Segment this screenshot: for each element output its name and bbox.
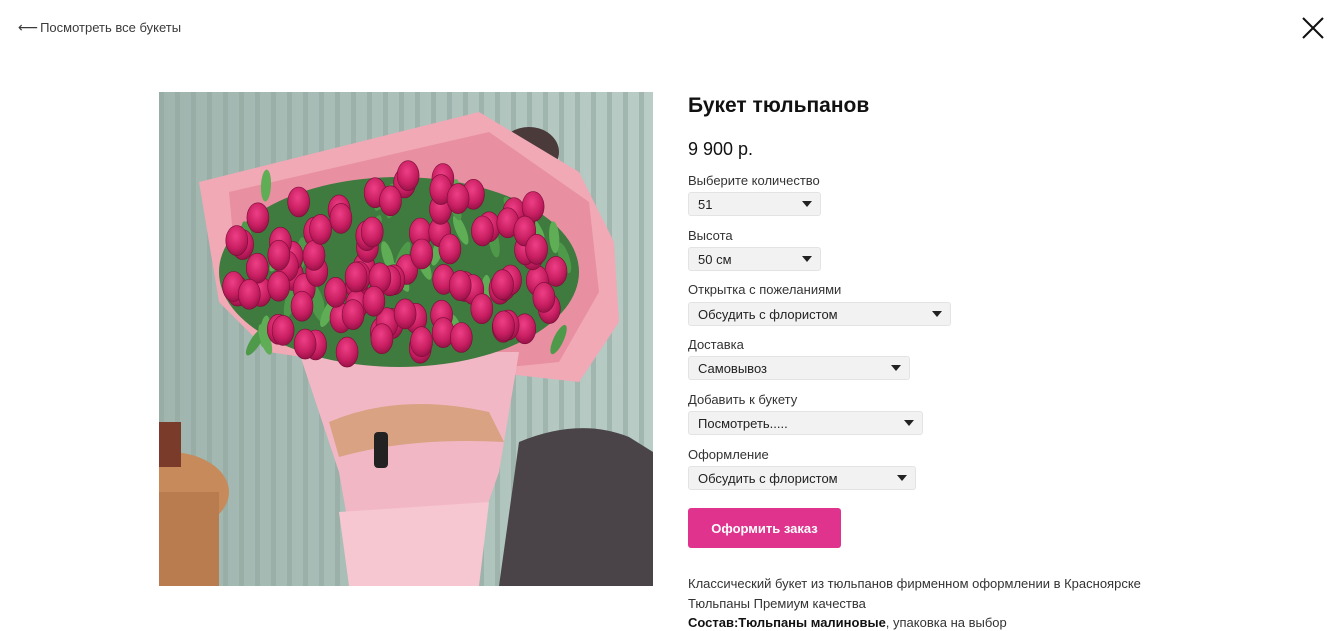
greeting-card-select[interactable]: Обсудить с флористом <box>688 302 951 326</box>
product-title: Букет тюльпанов <box>688 94 870 117</box>
composition-rest: , упаковка на выбор <box>885 615 1007 630</box>
chevron-down-icon <box>802 256 812 262</box>
chevron-down-icon <box>897 475 907 481</box>
add-to-bouquet-value: Посмотреть..... <box>698 415 788 431</box>
design-value: Обсудить с флористом <box>698 470 838 486</box>
description-composition: Состав:Тюльпаны малиновые, упаковка на в… <box>688 613 1208 631</box>
delivery-label: Доставка <box>688 337 744 352</box>
chevron-down-icon <box>932 311 942 317</box>
product-info: Букет тюльпанов 9 900 р. Выберите количе… <box>688 92 1208 630</box>
description-line-1: Классический букет из тюльпанов фирменно… <box>688 576 1141 591</box>
chevron-down-icon <box>891 365 901 371</box>
product-photo <box>159 92 653 586</box>
add-to-bouquet-select[interactable]: Посмотреть..... <box>688 411 923 435</box>
quantity-label: Выберите количество <box>688 173 820 188</box>
back-link-label: Посмотреть все букеты <box>40 20 182 35</box>
design-label: Оформление <box>688 447 769 462</box>
quantity-value: 51 <box>698 196 713 212</box>
chevron-down-icon <box>904 420 914 426</box>
close-icon <box>1302 17 1324 39</box>
quantity-select[interactable]: 51 <box>688 192 821 216</box>
design-select[interactable]: Обсудить с флористом <box>688 466 916 490</box>
delivery-select[interactable]: Самовывоз <box>688 356 910 380</box>
greeting-card-label: Открытка с пожеланиями <box>688 282 842 297</box>
product-price: 9 900 р. <box>688 139 754 159</box>
greeting-card-value: Обсудить с флористом <box>698 306 838 322</box>
product-description: Классический букет из тюльпанов фирменно… <box>688 574 1208 631</box>
bouquet-illustration <box>159 92 653 586</box>
add-to-bouquet-label: Добавить к букету <box>688 392 798 407</box>
height-label: Высота <box>688 228 733 243</box>
close-button[interactable] <box>1300 15 1326 41</box>
height-select[interactable]: 50 см <box>688 247 821 271</box>
product-page: ⟵ Посмотреть все букеты Букет тюльпанов … <box>0 0 1340 631</box>
description-line-2: Тюльпаны Премиум качества <box>688 595 866 611</box>
chevron-down-icon <box>802 201 812 207</box>
arrow-left-icon: ⟵ <box>18 19 39 35</box>
height-value: 50 см <box>698 251 732 267</box>
place-order-button[interactable]: Оформить заказ <box>688 508 841 548</box>
delivery-value: Самовывоз <box>698 360 767 376</box>
back-to-all-bouquets-link[interactable]: ⟵ Посмотреть все букеты <box>18 19 181 36</box>
composition-label: Состав:Тюльпаны малиновые <box>688 615 886 630</box>
